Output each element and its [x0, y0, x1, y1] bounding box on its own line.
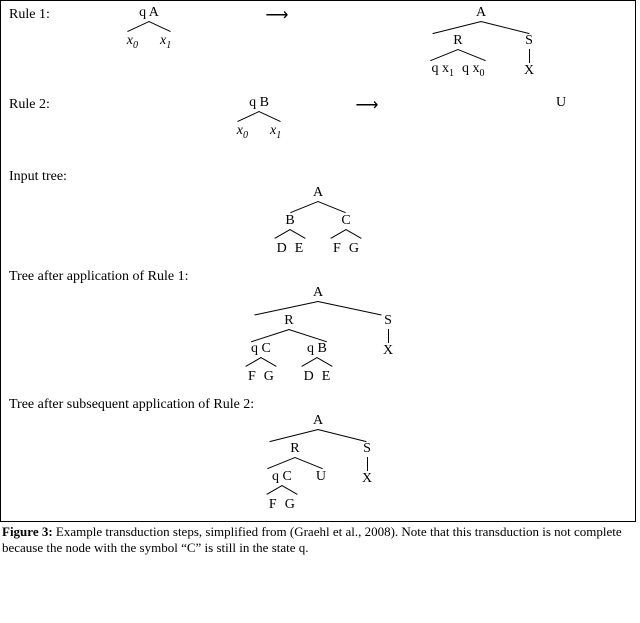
tree-edge — [328, 229, 364, 241]
rule2-label: Rule 2: — [9, 95, 79, 113]
leaf-X: X — [524, 63, 534, 79]
tree-edge — [272, 229, 308, 241]
node-A: A — [476, 5, 486, 21]
node-A: A — [313, 185, 323, 201]
tree-edge — [529, 49, 530, 63]
tree-edge — [243, 357, 279, 369]
rule2-lhs: q B x0 x1 — [219, 95, 299, 144]
tree-edge — [268, 429, 368, 441]
node-U: U — [495, 95, 627, 111]
tree-edge — [264, 485, 300, 497]
node-qB: q B — [219, 95, 299, 111]
rule2-rhs: U — [435, 95, 627, 111]
leaf-X: X — [362, 471, 372, 487]
rule1-label: Rule 1: — [9, 5, 79, 23]
tree-edge — [367, 457, 368, 471]
tree-edge — [388, 329, 389, 343]
rule1-rhs: A R q x1 q x0 S — [335, 5, 627, 82]
node-qA: q A — [79, 5, 219, 21]
tree-edge — [431, 21, 531, 33]
after-rule2-label: Tree after subsequent application of Rul… — [9, 395, 627, 413]
caption-text: Example transduction steps, simplified f… — [2, 524, 622, 555]
leaf-X: X — [383, 343, 393, 359]
figure-box: Rule 1: q A x0 x1 ⟶ A R — [0, 0, 636, 522]
figure-caption: Figure 3: Example transduction steps, si… — [0, 522, 638, 557]
caption-lead: Figure 3: — [2, 524, 53, 539]
tree-edge — [428, 49, 488, 61]
after-rule2-tree: A R q C F G — [264, 413, 372, 513]
tree-edge — [288, 201, 348, 213]
tree-edge — [235, 111, 283, 123]
node-A: A — [313, 285, 323, 301]
rule1-lhs: q A x0 x1 — [79, 5, 219, 54]
tree-edge — [265, 457, 325, 469]
after-rule1-label: Tree after application of Rule 1: — [9, 267, 627, 285]
after-rule1-tree: A R q C F G — [243, 285, 393, 385]
node-S: S — [384, 313, 392, 329]
tree-edge — [253, 301, 383, 313]
input-tree-label: Input tree: — [9, 167, 627, 185]
input-tree: A B D E C F — [272, 185, 364, 257]
tree-edge — [299, 357, 335, 369]
tree-edge — [125, 21, 173, 33]
arrow-icon: ⟶ — [219, 5, 335, 25]
node-A: A — [313, 413, 323, 429]
tree-edge — [249, 329, 329, 341]
arrow-icon: ⟶ — [299, 95, 435, 115]
